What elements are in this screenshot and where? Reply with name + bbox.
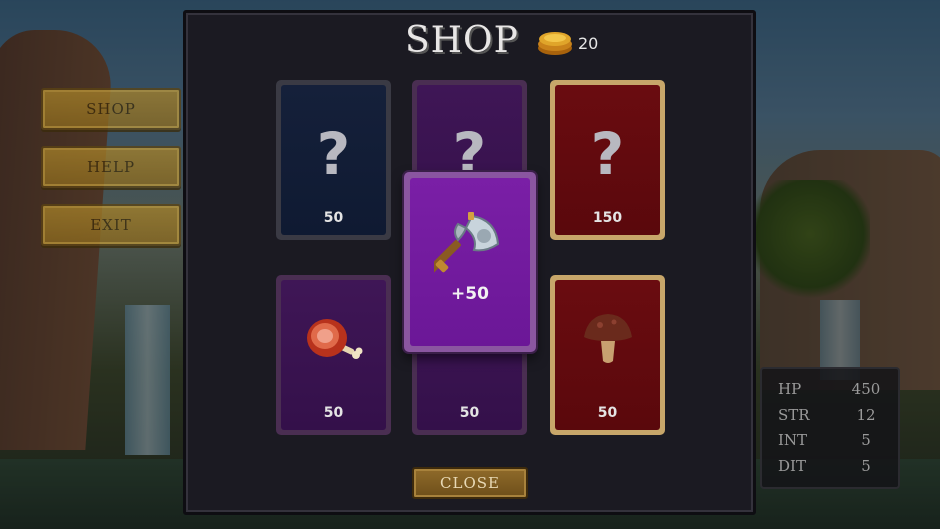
coin-icon	[538, 32, 572, 55]
help-menu-button[interactable]: HELP	[41, 146, 181, 188]
mushroom-icon	[584, 314, 632, 363]
exit-menu-button[interactable]: EXIT	[41, 204, 181, 246]
featured-bonus: +50	[451, 284, 489, 304]
stat-value: 450	[851, 380, 881, 398]
card-price: 50	[323, 405, 344, 421]
shop-card-mystery-blue[interactable]: ? 50	[276, 80, 391, 240]
card-price: 150	[592, 210, 623, 226]
card-price: 50	[323, 210, 344, 226]
stat-label: STR	[778, 405, 810, 424]
axe-icon	[434, 212, 500, 274]
stat-value: 12	[856, 405, 876, 424]
shop-title: SHOP	[405, 20, 519, 61]
question-mark-icon: ?	[316, 120, 351, 188]
featured-card-axe[interactable]: +50	[404, 172, 536, 352]
coin-count: 20	[578, 34, 599, 53]
stat-label: INT	[778, 431, 808, 449]
stats-panel: HP 450 STR 12 INT 5 DIT 5	[760, 367, 900, 489]
meat-icon	[307, 319, 363, 359]
stat-value: 5	[861, 456, 871, 475]
stat-value: 5	[861, 431, 871, 449]
stat-label: HP	[778, 380, 802, 398]
stat-row-int: INT 5	[778, 431, 882, 457]
stat-label: DIT	[778, 456, 806, 475]
card-price: 50	[597, 405, 618, 421]
shop-card-mystery-red[interactable]: ? 150	[550, 80, 665, 240]
card-price: 50	[459, 405, 480, 421]
question-mark-icon: ?	[590, 120, 625, 188]
stat-row-str: STR 12	[778, 406, 882, 432]
shop-menu-button[interactable]: SHOP	[41, 88, 181, 130]
shop-card-mushroom[interactable]: 50	[550, 275, 665, 435]
shop-card-meat[interactable]: 50	[276, 275, 391, 435]
stat-row-dit: DIT 5	[778, 457, 882, 483]
stat-row-hp: HP 450	[778, 380, 882, 406]
close-button[interactable]: CLOSE	[412, 467, 528, 499]
